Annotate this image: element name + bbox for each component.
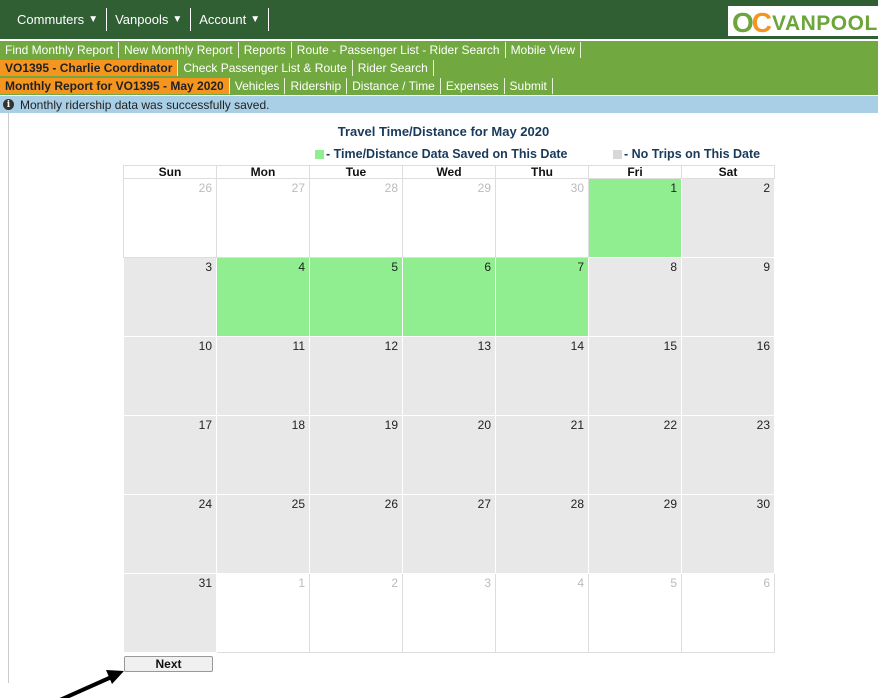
annotation-arrow [59, 670, 124, 698]
